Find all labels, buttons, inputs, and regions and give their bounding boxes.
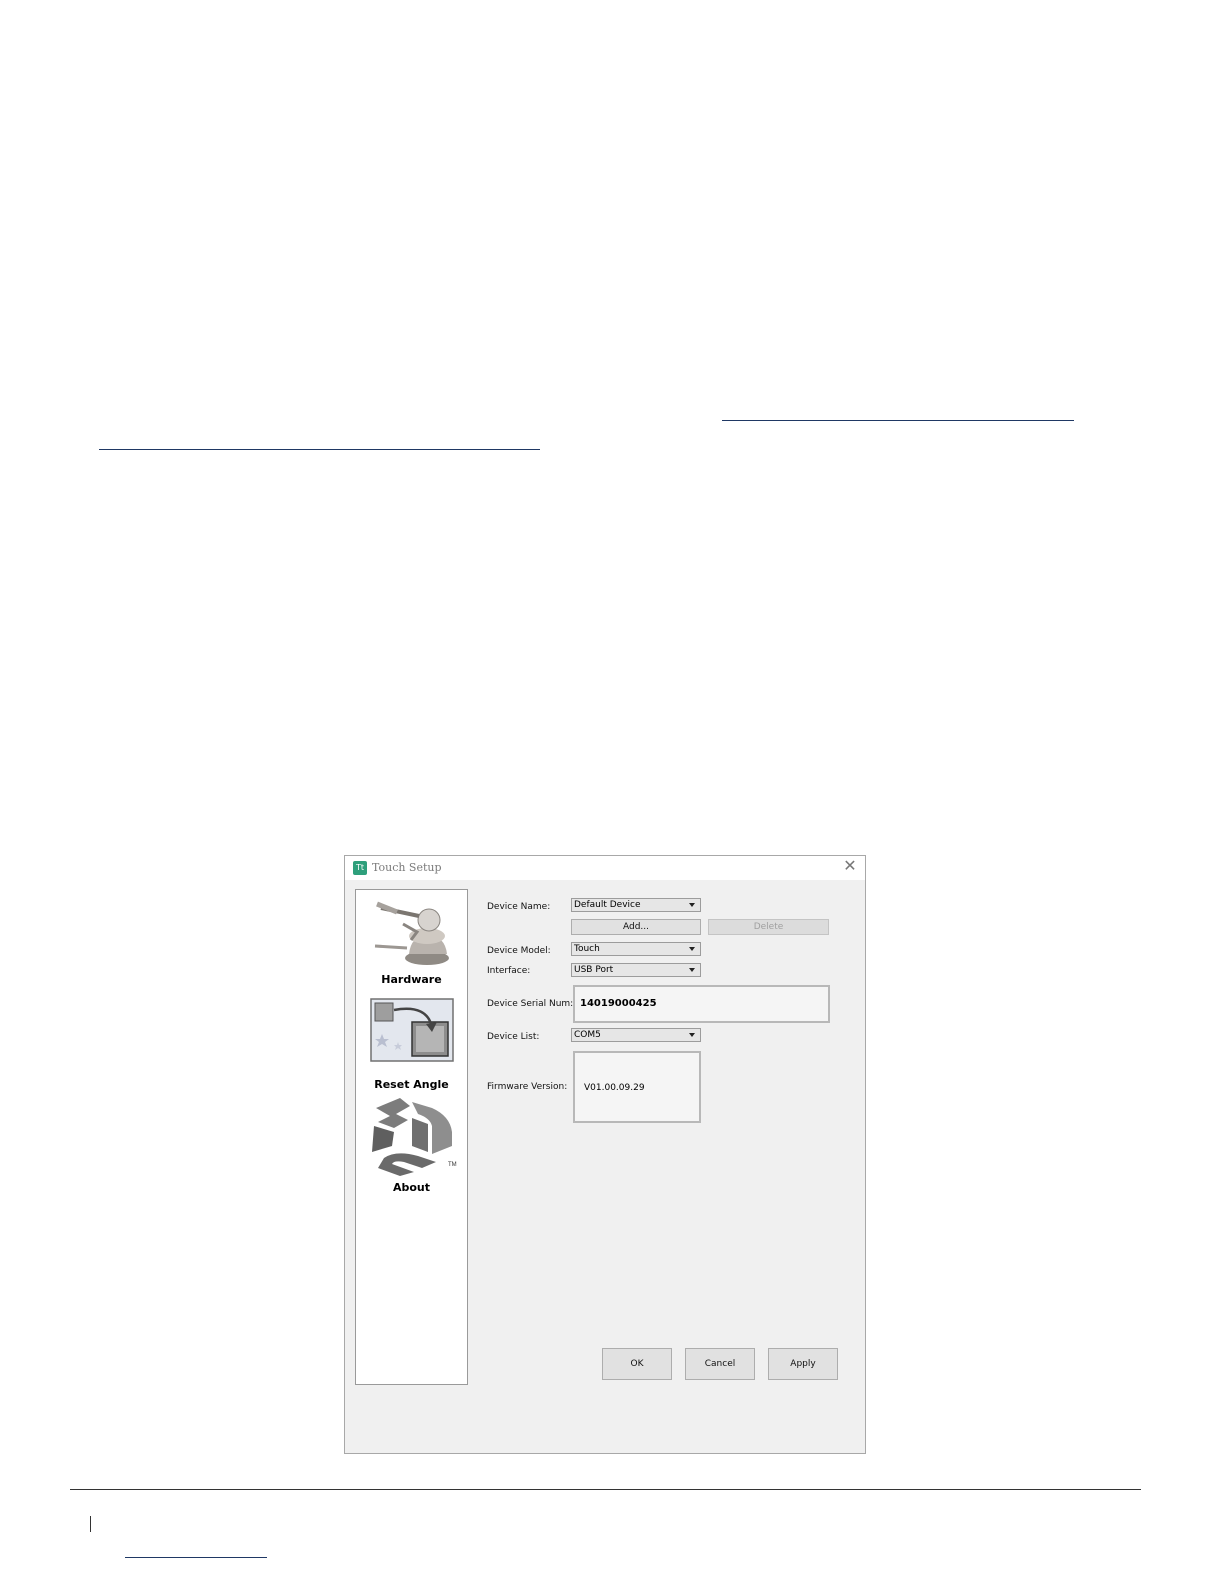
interface-value: USB Port — [574, 965, 614, 975]
touch-setup-window: Tt Touch Setup ✕ Hardware Reset Angle TM… — [344, 855, 866, 1454]
firmware-label: Firmware Version: — [487, 1082, 568, 1092]
footer-link-underline[interactable] — [125, 1557, 267, 1558]
add-button[interactable]: Add... — [571, 919, 701, 935]
haptic-device-icon — [374, 901, 449, 965]
device-model-value: Touch — [574, 944, 600, 954]
device-list-value: COM5 — [574, 1030, 601, 1040]
reset-angle-icon — [369, 998, 454, 1062]
serial-value: 14019000425 — [580, 998, 657, 1009]
close-icon[interactable]: ✕ — [841, 858, 859, 876]
nav-label-hardware: Hardware — [381, 973, 442, 986]
interface-dropdown[interactable]: USB Port — [571, 963, 701, 977]
nav-item-reset-angle[interactable]: Reset Angle — [356, 998, 467, 1091]
hyperlink-underline[interactable] — [722, 420, 1074, 421]
ok-button[interactable]: OK — [602, 1348, 672, 1380]
chevron-down-icon — [689, 1033, 695, 1037]
nav-label-reset-angle: Reset Angle — [374, 1078, 449, 1091]
hyperlink-underline-continued[interactable] — [99, 449, 540, 450]
cancel-button[interactable]: Cancel — [685, 1348, 755, 1380]
nav-item-hardware[interactable]: Hardware — [356, 896, 467, 986]
device-name-label: Device Name: — [487, 902, 551, 912]
device-model-dropdown[interactable]: Touch — [571, 942, 701, 956]
device-name-value: Default Device — [574, 900, 641, 910]
window-title: Touch Setup — [372, 861, 442, 874]
3ds-logo-icon — [371, 1098, 452, 1176]
footer-separator — [90, 1516, 91, 1532]
chevron-down-icon — [689, 903, 695, 907]
device-model-label: Device Model: — [487, 946, 551, 956]
apply-button[interactable]: Apply — [768, 1348, 838, 1380]
nav-item-about[interactable]: TM About — [356, 1096, 467, 1194]
footer-divider — [70, 1489, 1141, 1490]
interface-label: Interface: — [487, 966, 531, 976]
chevron-down-icon — [689, 947, 695, 951]
app-icon: Tt — [353, 861, 367, 875]
serial-label: Device Serial Num: — [487, 999, 574, 1009]
device-name-dropdown[interactable]: Default Device — [571, 898, 701, 912]
device-list-label: Device List: — [487, 1032, 540, 1042]
title-bar[interactable]: Tt Touch Setup ✕ — [345, 856, 865, 880]
nav-panel: Hardware Reset Angle TM About — [355, 889, 468, 1385]
trademark-mark: TM — [448, 1162, 457, 1168]
nav-label-about: About — [392, 1181, 431, 1194]
serial-field: 14019000425 — [573, 985, 830, 1023]
device-list-dropdown[interactable]: COM5 — [571, 1028, 701, 1042]
firmware-field: V01.00.09.29 — [573, 1051, 701, 1123]
delete-button[interactable]: Delete — [708, 919, 829, 935]
firmware-value: V01.00.09.29 — [584, 1083, 645, 1093]
chevron-down-icon — [689, 968, 695, 972]
